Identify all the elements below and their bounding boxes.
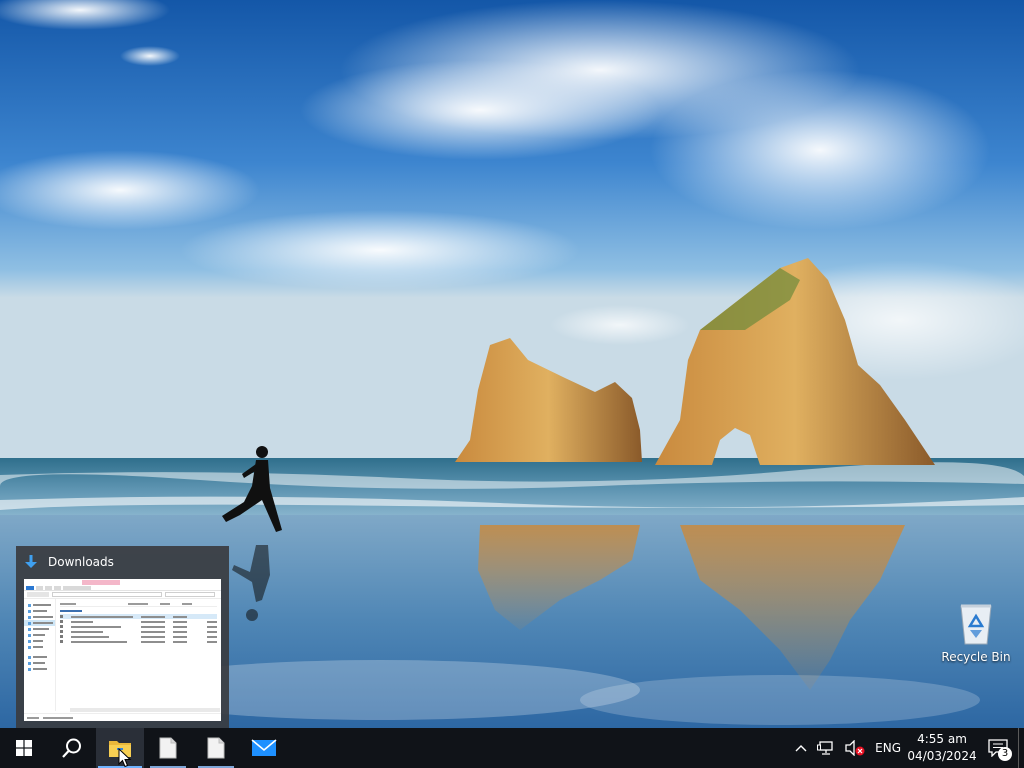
document-2-taskbar-button[interactable] — [192, 728, 240, 768]
clock-button[interactable]: 4:55 am 04/03/2024 — [906, 728, 978, 768]
show-desktop-button[interactable] — [1018, 728, 1024, 768]
taskbar-thumbnail-preview[interactable]: Downloads — [16, 546, 229, 728]
preview-header: Downloads — [16, 546, 229, 578]
show-hidden-icons-button[interactable] — [790, 728, 812, 768]
mini-navigation-pane — [24, 599, 56, 711]
action-center-button[interactable]: 3 — [978, 728, 1018, 768]
mini-scrollbar — [70, 708, 220, 712]
preview-window-snapshot[interactable] — [24, 579, 221, 721]
start-button[interactable] — [0, 728, 48, 768]
volume-button[interactable] — [840, 728, 870, 768]
windows-logo-icon — [16, 740, 32, 756]
recycle-bin-shortcut[interactable]: Recycle Bin — [938, 600, 1014, 664]
mail-icon — [251, 739, 277, 756]
system-tray: ENG 4:55 am 04/03/2024 3 — [790, 728, 1024, 768]
network-status-button[interactable] — [812, 728, 840, 768]
volume-muted-icon — [845, 740, 865, 756]
recycle-bin-label: Recycle Bin — [941, 650, 1011, 664]
mini-address-bar — [24, 591, 221, 599]
network-icon — [817, 741, 833, 755]
mouse-cursor-icon — [118, 748, 132, 768]
chevron-up-icon — [795, 745, 807, 752]
mini-explorer-body — [24, 599, 221, 711]
mail-taskbar-button[interactable] — [240, 728, 288, 768]
clock-date: 04/03/2024 — [907, 749, 977, 763]
downloads-arrow-icon — [23, 554, 39, 570]
recycle-bin-icon — [960, 604, 992, 645]
preview-title: Downloads — [48, 555, 114, 569]
clock-time: 4:55 am — [917, 732, 967, 746]
taskbar: ENG 4:55 am 04/03/2024 3 — [0, 728, 1024, 768]
document-1-taskbar-button[interactable] — [144, 728, 192, 768]
search-button[interactable] — [48, 728, 96, 768]
notification-count-badge: 3 — [998, 747, 1012, 761]
search-icon — [62, 738, 81, 758]
document-icon — [207, 737, 225, 759]
mini-status-bar — [24, 713, 221, 721]
mini-file-list — [56, 599, 221, 711]
document-icon — [159, 737, 177, 759]
input-language-button[interactable]: ENG — [870, 728, 906, 768]
